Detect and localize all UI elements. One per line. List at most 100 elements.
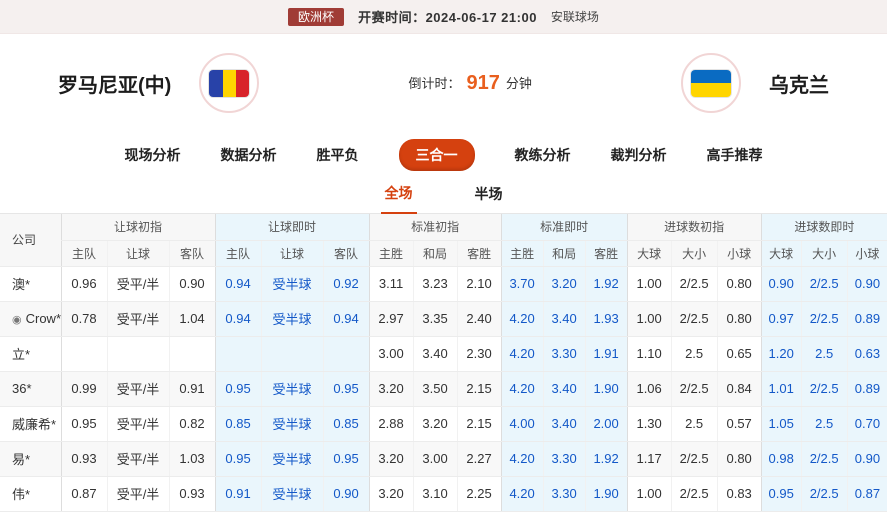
odds-cell: 3.20 — [542, 266, 586, 302]
odds-cell: 1.17 — [626, 441, 672, 477]
sub-tab-2[interactable]: 半场 — [471, 184, 507, 213]
odds-cell: 0.99 — [60, 371, 107, 407]
odds-cell: 0.84 — [716, 371, 762, 407]
odds-cell: 0.87 — [846, 476, 887, 512]
countdown-label: 倒计时： — [408, 75, 461, 91]
odds-cell: 0.89 — [846, 371, 887, 407]
odds-cell: 受半球 — [260, 406, 324, 442]
company-name[interactable]: 威廉希* — [0, 406, 61, 442]
odds-cell: 2.5 — [800, 336, 848, 372]
odds-cell: 1.00 — [626, 301, 672, 337]
odds-cell: 受平/半 — [106, 301, 169, 337]
column-header: 客队 — [322, 240, 370, 267]
odds-cell: 0.83 — [716, 476, 762, 512]
away-team: 乌克兰 — [681, 53, 829, 113]
odds-cell: 1.90 — [584, 371, 628, 407]
group-header-6: 进球数即时 — [760, 214, 887, 241]
odds-cell: 0.65 — [716, 336, 762, 372]
nav-tab-5[interactable]: 教练分析 — [515, 145, 571, 165]
odds-cell: 2.88 — [368, 406, 414, 442]
odds-cell: 0.90 — [168, 266, 216, 302]
odds-cell: 2.40 — [456, 301, 502, 337]
group-header-3: 标准初指 — [368, 214, 502, 241]
column-header: 和局 — [542, 240, 586, 267]
odds-cell: 0.98 — [760, 441, 802, 477]
odds-cell: 2/2.5 — [670, 441, 718, 477]
away-flag-ring — [681, 53, 741, 113]
odds-cell: 受半球 — [260, 266, 324, 302]
odds-cell: 0.82 — [168, 406, 216, 442]
odds-cell: 1.01 — [760, 371, 802, 407]
sub-tab-1[interactable]: 全场 — [380, 183, 417, 214]
company-name[interactable]: ◉ Crow* — [0, 301, 61, 337]
odds-cell: 1.00 — [626, 266, 672, 302]
home-flag-ring — [199, 53, 260, 113]
odds-cell: 4.00 — [500, 406, 544, 442]
odds-cell: 3.00 — [368, 336, 414, 372]
odds-cell: 0.78 — [60, 301, 107, 337]
odds-cell: 1.06 — [626, 371, 672, 407]
odds-cell: 1.91 — [584, 336, 628, 372]
odds-cell: 2.00 — [584, 406, 628, 442]
nav-tab-1[interactable]: 现场分析 — [125, 145, 181, 165]
romania-flag-icon — [209, 69, 250, 97]
company-column-header: 公司 — [0, 214, 61, 267]
odds-cell: 3.20 — [368, 476, 414, 512]
sub-tabs: 全场 半场 — [0, 178, 887, 214]
odds-cell: 受平/半 — [106, 266, 169, 302]
nav-tab-6[interactable]: 裁判分析 — [611, 145, 667, 165]
column-header: 让球 — [260, 240, 324, 267]
nav-tab-4[interactable]: 三合一 — [398, 139, 475, 171]
odds-cell — [322, 336, 370, 372]
odds-cell: 0.95 — [60, 406, 107, 442]
company-name[interactable]: 澳* — [0, 266, 61, 302]
odds-cell: 0.85 — [214, 406, 262, 442]
odds-cell: 2.97 — [368, 301, 414, 337]
company-name[interactable]: 立* — [0, 336, 61, 372]
group-header-1: 让球初指 — [60, 214, 216, 241]
column-header: 大球 — [760, 240, 802, 267]
company-name[interactable]: 易* — [0, 441, 61, 477]
column-header: 大小 — [800, 240, 848, 267]
column-header: 主队 — [60, 240, 107, 267]
odds-cell: 受半球 — [260, 301, 324, 337]
odds-row: 伟* 0.87 受平/半 0.93 0.91 受半球 0.90 3.20 3.10 2.25 4.2… — [0, 476, 887, 512]
column-header: 客队 — [168, 240, 216, 267]
odds-cell: 0.95 — [760, 476, 802, 512]
odds-cell: 2/2.5 — [800, 441, 848, 477]
nav-tab-7[interactable]: 高手推荐 — [707, 145, 763, 165]
odds-cell: 0.90 — [846, 441, 887, 477]
odds-cell: 3.30 — [542, 441, 586, 477]
odds-cell: 0.94 — [322, 301, 370, 337]
column-header: 主队 — [214, 240, 262, 267]
column-header: 小球 — [716, 240, 762, 267]
odds-cell: 受平/半 — [106, 441, 169, 477]
group-header-2: 让球即时 — [214, 214, 370, 241]
company-name[interactable]: 36* — [0, 371, 61, 407]
group-header-5: 进球数初指 — [626, 214, 762, 241]
odds-cell: 3.30 — [542, 476, 586, 512]
company-name[interactable]: 伟* — [0, 476, 61, 512]
odds-cell: 1.30 — [626, 406, 672, 442]
odds-cell: 3.40 — [542, 371, 586, 407]
odds-cell: 3.11 — [368, 266, 414, 302]
odds-cell: 4.20 — [500, 301, 544, 337]
odds-cell: 2.10 — [456, 266, 502, 302]
odds-table-head: 公司 让球初指 让球即时 标准初指 标准即时 进球数初指 进球数即时 主队 让球 客队 主队 让球客… — [0, 214, 887, 267]
odds-cell: 4.20 — [500, 336, 544, 372]
odds-cell: 4.20 — [500, 476, 544, 512]
nav-tab-2[interactable]: 数据分析 — [221, 145, 277, 165]
venue-name: 安联球场 — [550, 10, 599, 24]
odds-cell: 1.93 — [584, 301, 628, 337]
odds-cell — [60, 336, 107, 372]
nav-tab-3[interactable]: 胜平负 — [317, 145, 359, 165]
odds-cell: 3.30 — [542, 336, 586, 372]
odds-cell: 0.91 — [214, 476, 262, 512]
odds-cell: 0.97 — [760, 301, 802, 337]
odds-table: 公司 让球初指 让球即时 标准初指 标准即时 进球数初指 进球数即时 主队 让球 客队 主队 让球客… — [0, 214, 887, 512]
column-header: 和局 — [412, 240, 458, 267]
odds-cell: 0.90 — [322, 476, 370, 512]
odds-cell: 2/2.5 — [670, 476, 718, 512]
odds-row: 立* 3.00 3.40 2.30 4.20 3.30 1.91 1.10 2.5 0.65 1.2… — [0, 336, 887, 372]
odds-cell: 0.87 — [60, 476, 107, 512]
